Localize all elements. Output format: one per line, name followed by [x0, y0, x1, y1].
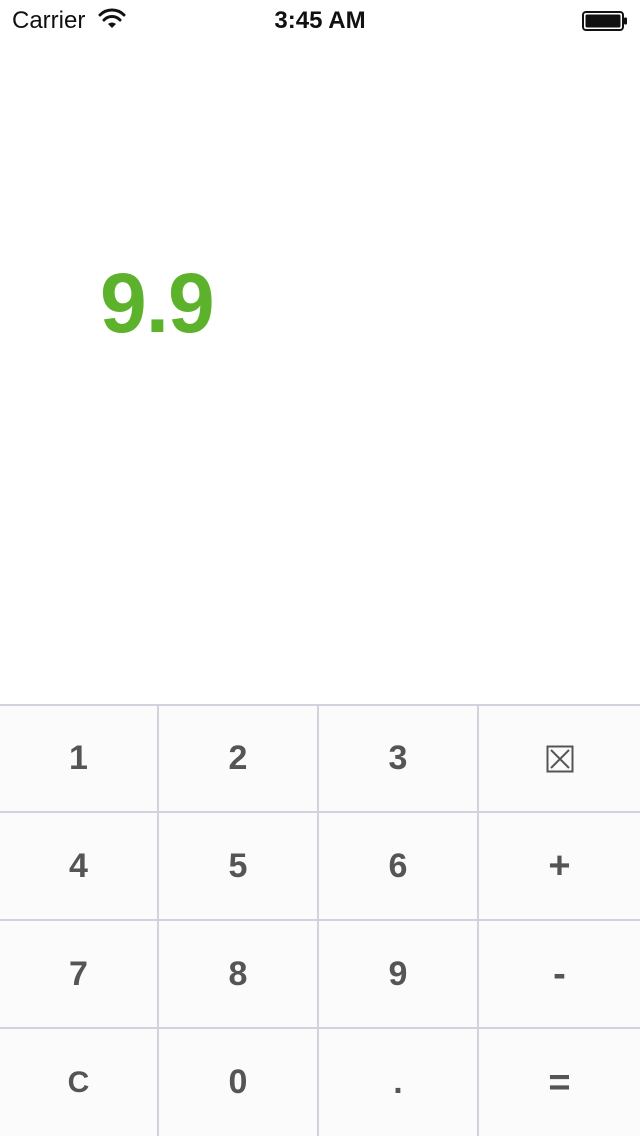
delete-button[interactable]: [479, 706, 640, 813]
key-5[interactable]: 5: [159, 813, 319, 921]
clear-label: C: [67, 1065, 90, 1099]
key-1-label: 1: [69, 739, 88, 777]
plus-button[interactable]: +: [479, 813, 640, 921]
calculator-display: 9.9: [100, 256, 215, 350]
key-7-label: 7: [69, 954, 88, 993]
key-8[interactable]: 8: [159, 921, 319, 1029]
status-time: 3:45 AM: [274, 7, 366, 34]
key-4[interactable]: 4: [0, 813, 159, 921]
equals-button[interactable]: =: [479, 1029, 640, 1136]
plus-label: +: [548, 845, 571, 887]
key-0-label: 0: [228, 1063, 248, 1101]
key-7[interactable]: 7: [0, 921, 159, 1029]
clear-button[interactable]: C: [0, 1029, 159, 1136]
key-0[interactable]: 0: [159, 1029, 319, 1136]
key-6-label: 6: [388, 846, 408, 885]
key-9[interactable]: 9: [319, 921, 479, 1029]
key-1[interactable]: 1: [0, 706, 159, 813]
key-5-label: 5: [228, 846, 248, 885]
key-2-label: 2: [228, 739, 248, 777]
minus-label: -: [553, 953, 566, 995]
key-3-label: 3: [388, 739, 408, 777]
key-9-label: 9: [388, 954, 408, 993]
delete-icon: [546, 745, 573, 772]
battery-icon: [582, 11, 627, 31]
key-2[interactable]: 2: [159, 706, 319, 813]
key-4-label: 4: [69, 846, 88, 885]
key-6[interactable]: 6: [319, 813, 479, 921]
decimal-button[interactable]: .: [319, 1029, 479, 1136]
status-bar: Carrier 3:45 AM: [0, 0, 640, 40]
minus-button[interactable]: -: [479, 921, 640, 1029]
key-3[interactable]: 3: [319, 706, 479, 813]
decimal-label: .: [393, 1063, 403, 1101]
keypad: 1 2 3 4 5 6 + 7 8 9 - C 0 . =: [0, 704, 640, 1136]
key-8-label: 8: [228, 954, 248, 993]
equals-label: =: [548, 1061, 571, 1104]
